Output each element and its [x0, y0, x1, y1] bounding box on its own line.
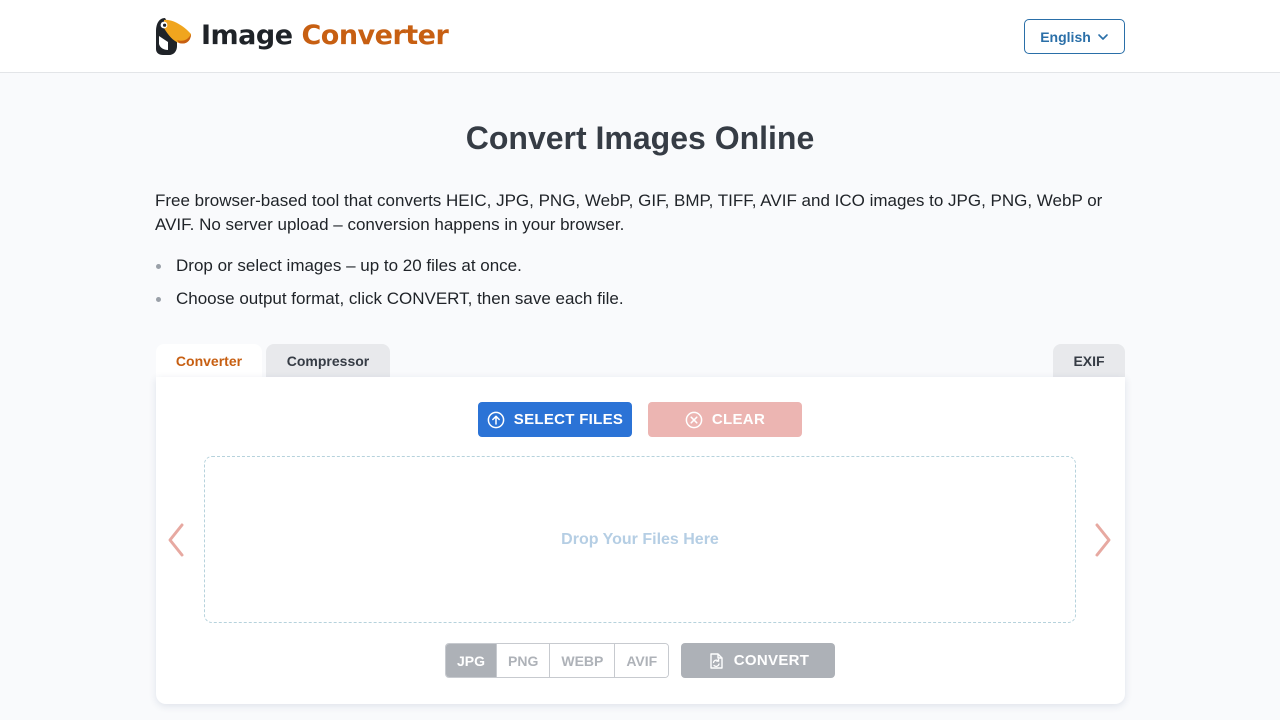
format-selector: JPG PNG WEBP AVIF: [445, 643, 670, 678]
select-files-button[interactable]: SELECT FILES: [478, 402, 632, 437]
file-dropzone[interactable]: Drop Your Files Here: [204, 456, 1076, 623]
instruction-list: Drop or select images – up to 20 files a…: [155, 254, 1125, 320]
format-option-png[interactable]: PNG: [496, 644, 550, 677]
language-label: English: [1040, 28, 1091, 45]
list-item: Drop or select images – up to 20 files a…: [155, 254, 1125, 287]
upload-circle-icon: [487, 411, 505, 428]
convert-label: CONVERT: [733, 652, 810, 669]
format-option-webp[interactable]: WEBP: [549, 644, 615, 677]
tab-converter[interactable]: Converter: [156, 344, 262, 377]
site-header: Image Converter English: [0, 0, 1280, 73]
toucan-logo-icon: [156, 18, 191, 55]
convert-file-icon: [710, 652, 723, 669]
close-circle-icon: [685, 411, 703, 428]
converter-panel: SELECT FILES CLEAR Drop Your Files Here …: [156, 377, 1125, 704]
intro-text: Free browser-based tool that converts HE…: [155, 191, 1103, 234]
tab-exif[interactable]: EXIF: [1053, 344, 1125, 377]
list-item: Choose output format, click CONVERT, the…: [155, 287, 1125, 320]
convert-button[interactable]: CONVERT: [681, 643, 835, 678]
format-option-jpg[interactable]: JPG: [446, 644, 497, 677]
dropzone-text: Drop Your Files Here: [561, 530, 719, 548]
site-logo[interactable]: Image Converter: [155, 16, 449, 56]
tab-compressor[interactable]: Compressor: [266, 344, 390, 377]
select-files-label: SELECT FILES: [513, 411, 624, 428]
logo-word-image: Image: [201, 20, 293, 51]
page-title: Convert Images Online: [465, 120, 815, 156]
format-option-avif[interactable]: AVIF: [614, 644, 669, 677]
logo-text: Image Converter: [201, 16, 449, 56]
logo-word-converter: Converter: [301, 20, 449, 51]
chevron-left-icon[interactable]: [164, 522, 188, 558]
chevron-down-icon: [1097, 33, 1108, 40]
clear-label: CLEAR: [711, 411, 766, 428]
chevron-right-icon[interactable]: [1091, 522, 1115, 558]
clear-button[interactable]: CLEAR: [648, 402, 802, 437]
language-select[interactable]: English: [1024, 19, 1125, 54]
